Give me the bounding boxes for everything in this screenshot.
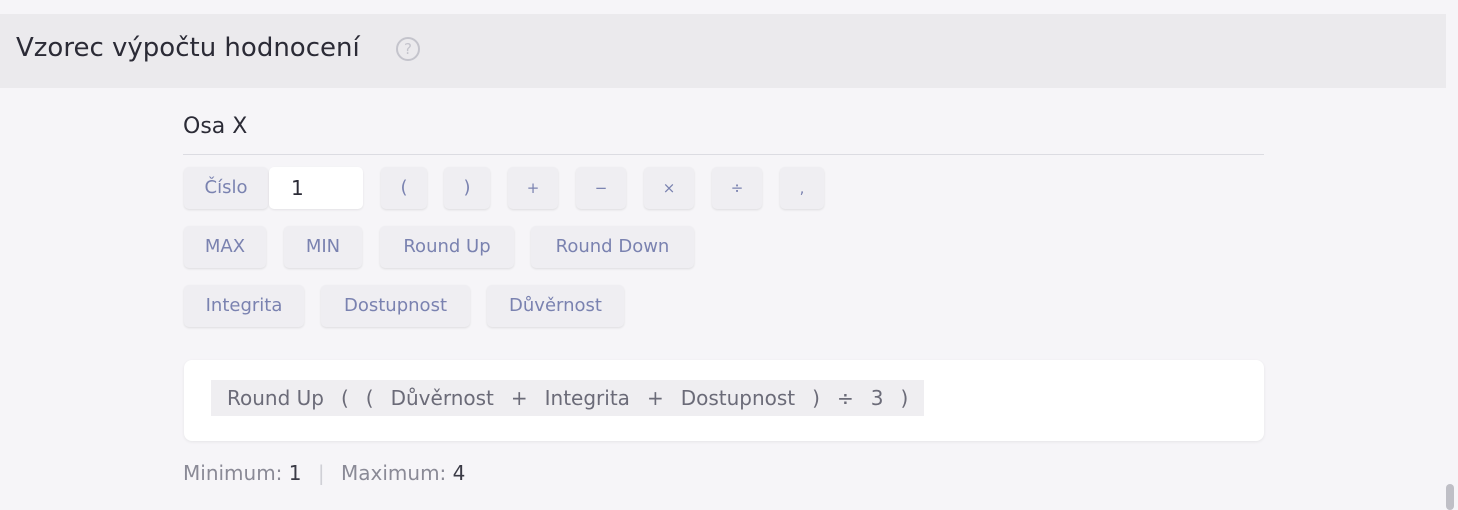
formula-card: Round Up ( ( Důvěrnost + Integrita + Dos…	[184, 360, 1264, 441]
minimum-value: 1	[288, 461, 302, 485]
plus-button[interactable]: +	[508, 167, 558, 209]
formula-token[interactable]: +	[647, 386, 664, 410]
formula-token[interactable]: Důvěrnost	[391, 386, 494, 410]
integrita-button[interactable]: Integrita	[184, 285, 304, 327]
formula-token[interactable]: Integrita	[545, 386, 630, 410]
multiply-button[interactable]: ×	[644, 167, 694, 209]
number-button[interactable]: Číslo	[184, 167, 268, 209]
divider	[183, 154, 1264, 155]
help-icon[interactable]: ?	[396, 37, 420, 61]
axis-title: Osa X	[183, 114, 248, 139]
formula-token[interactable]: 3	[871, 386, 884, 410]
number-input[interactable]	[269, 167, 363, 209]
section-title: Vzorec výpočtu hodnocení	[16, 33, 360, 63]
round-up-button[interactable]: Round Up	[380, 226, 514, 268]
scrollbar-thumb[interactable]	[1446, 484, 1454, 510]
maximum-value: 4	[452, 461, 466, 485]
formula-token[interactable]: ÷	[837, 386, 854, 410]
divide-button[interactable]: ÷	[712, 167, 762, 209]
formula-token[interactable]: Dostupnost	[681, 386, 795, 410]
formula-token[interactable]: (	[366, 386, 374, 410]
comma-button[interactable]: ,	[780, 167, 824, 209]
formula-token[interactable]: +	[511, 386, 528, 410]
range-separator: |	[317, 461, 325, 485]
max-button[interactable]: MAX	[184, 226, 266, 268]
formula-token[interactable]: )	[900, 386, 908, 410]
open-paren-button[interactable]: (	[381, 167, 427, 209]
min-button[interactable]: MIN	[284, 226, 362, 268]
formula-token[interactable]: )	[812, 386, 820, 410]
minimum-label: Minimum:	[183, 461, 283, 485]
formula-settings-page: Vzorec výpočtu hodnocení ? Osa X Číslo (…	[0, 0, 1458, 510]
duvernost-button[interactable]: Důvěrnost	[487, 285, 624, 327]
formula-token[interactable]: Round Up	[227, 386, 324, 410]
minus-button[interactable]: −	[576, 167, 626, 209]
close-paren-button[interactable]: )	[444, 167, 490, 209]
maximum-label: Maximum:	[341, 461, 447, 485]
formula-expression[interactable]: Round Up ( ( Důvěrnost + Integrita + Dos…	[211, 380, 925, 416]
round-down-button[interactable]: Round Down	[531, 226, 694, 268]
formula-token[interactable]: (	[341, 386, 349, 410]
dostupnost-button[interactable]: Dostupnost	[321, 285, 470, 327]
range-info: Minimum: 1 | Maximum: 4	[183, 461, 465, 485]
